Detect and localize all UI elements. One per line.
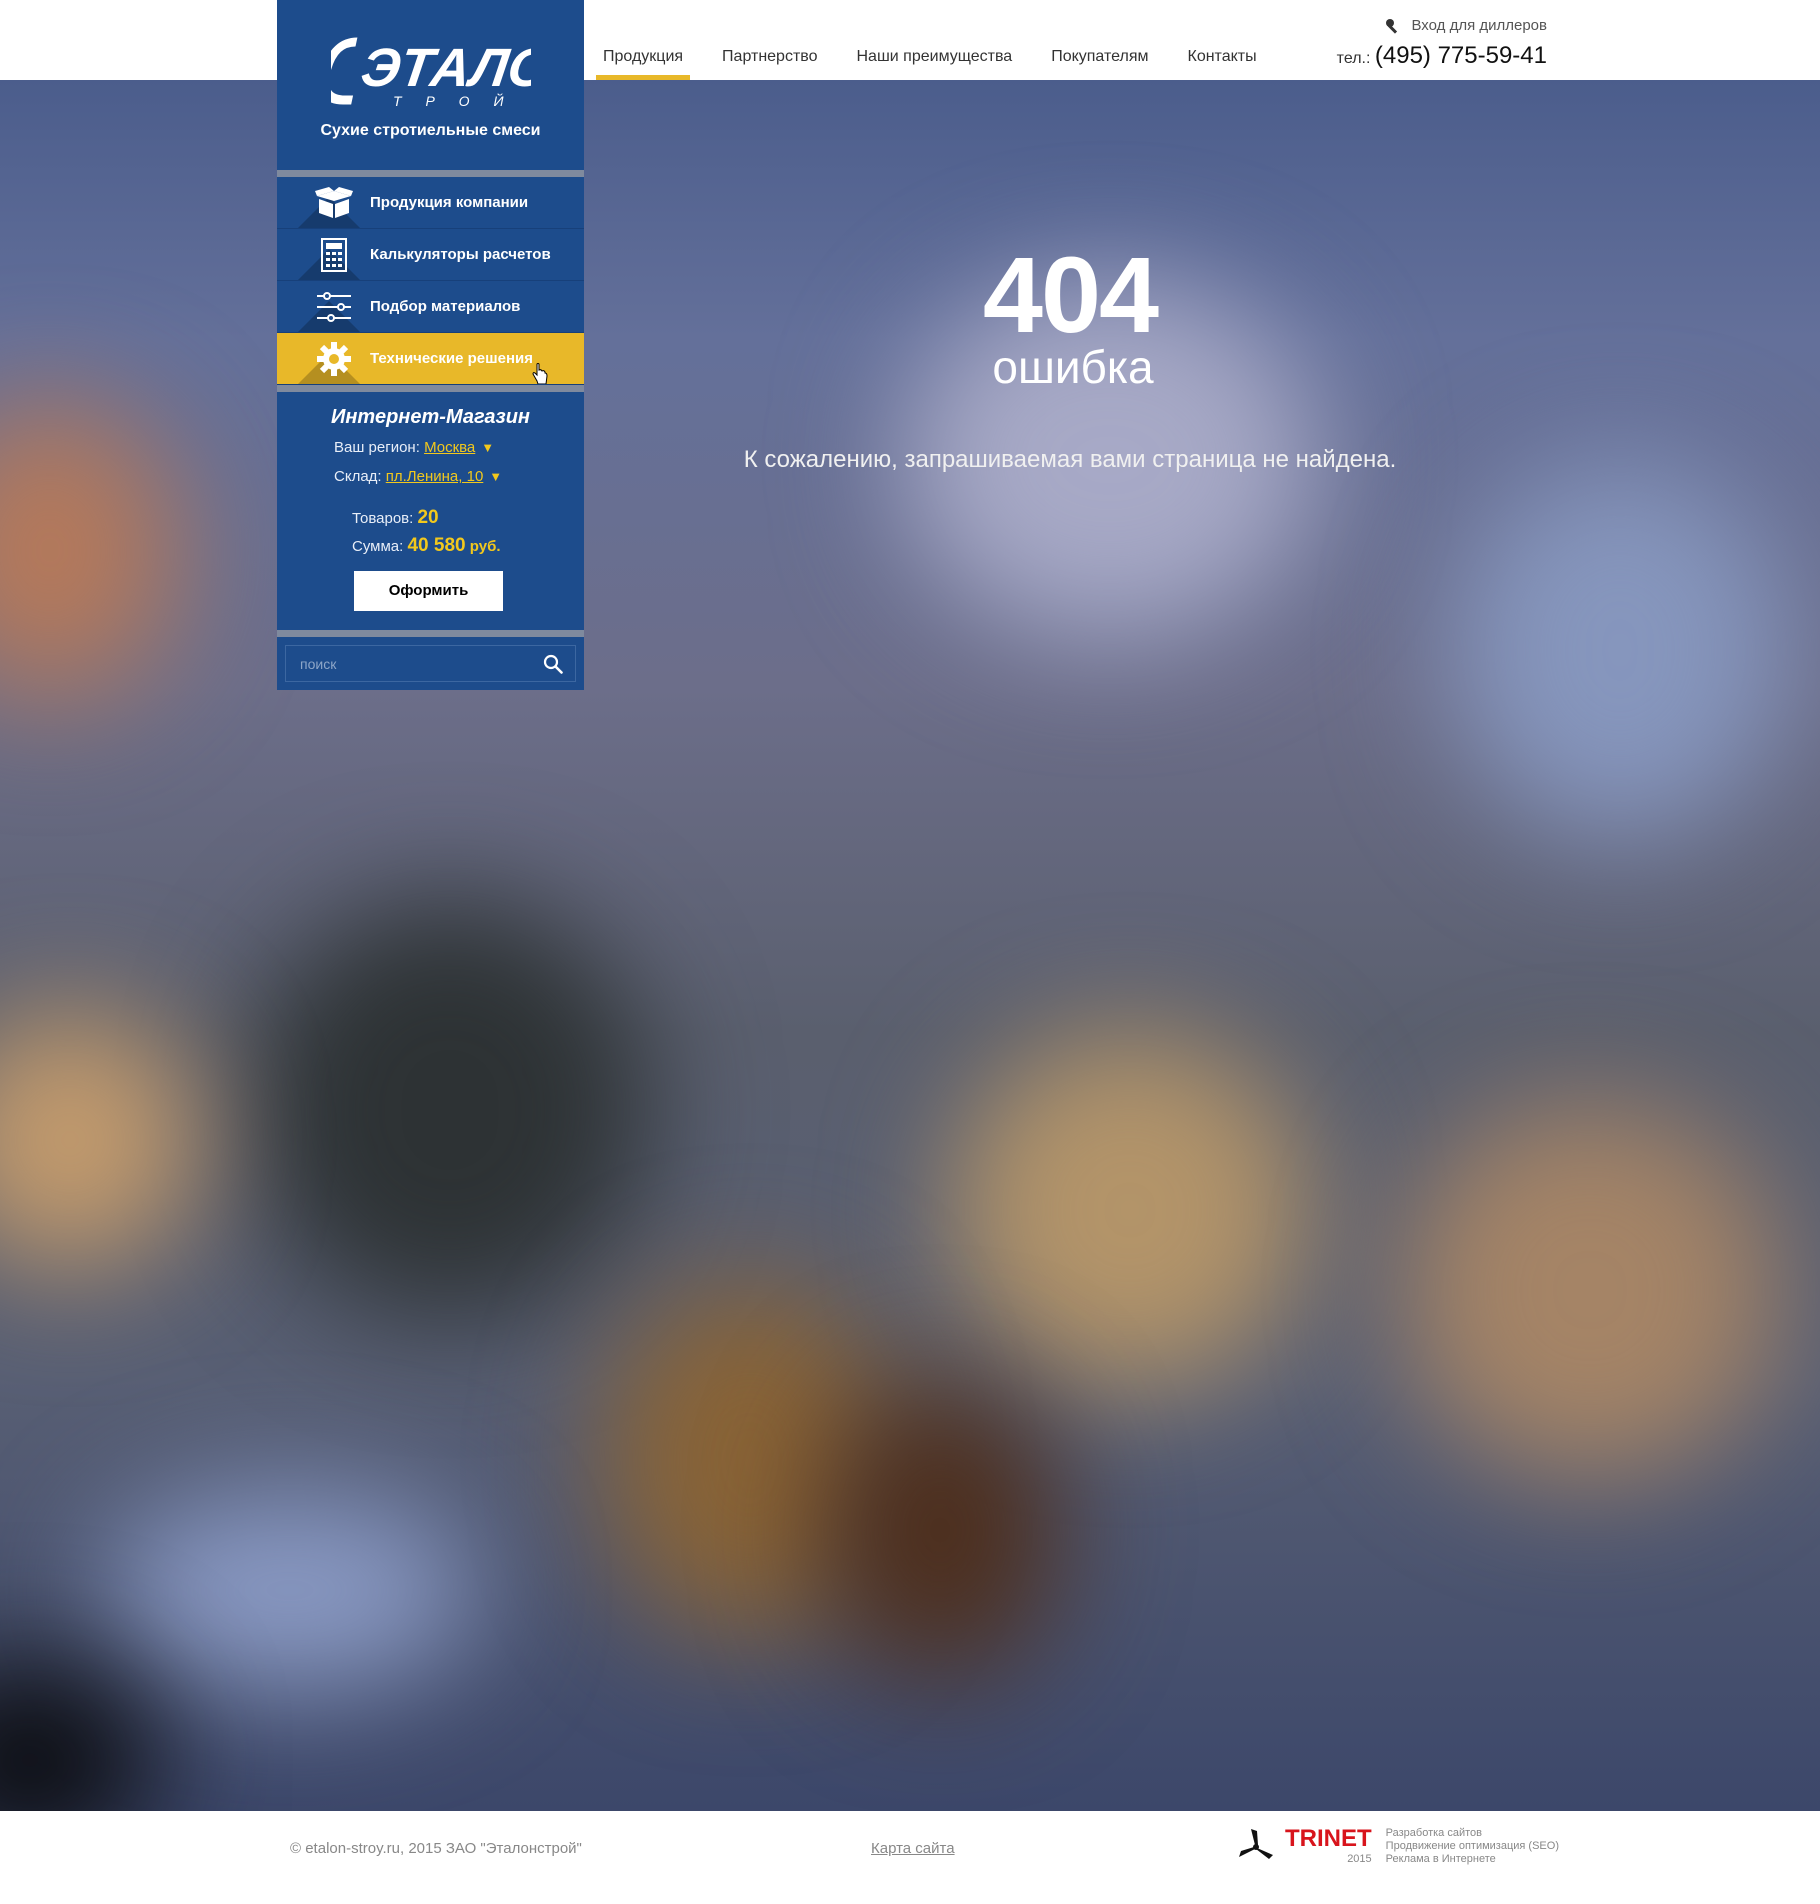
sum-row: Сумма: 40 580 руб. [352,535,584,557]
gear-icon [314,339,354,379]
bg-blob [0,1660,160,1811]
divider [277,385,584,392]
logo-block[interactable]: ЭТАЛОН Т Р О Й Сухие стротиельные смеси [277,0,584,170]
search-box [277,637,584,690]
trinet-services: Разработка сайтов Продвижение оптимизаци… [1386,1827,1559,1866]
search-icon [543,654,563,674]
etalon-logo: ЭТАЛОН Т Р О Й [330,37,531,109]
nav-partnership[interactable]: Партнерство [715,0,824,80]
dealer-login-link[interactable]: Вход для диллеров [1385,17,1547,34]
dealer-login-label: Вход для диллеров [1411,17,1547,34]
calculator-icon [314,235,354,275]
bg-blob [100,1490,480,1690]
trinet-credit[interactable]: TRINET 2015 Разработка сайтов Продвижени… [1237,1827,1559,1866]
trinet-name-block: TRINET 2015 [1275,1825,1372,1866]
menu-item-label: Продукция компании [370,194,529,211]
order-button[interactable]: Оформить [354,571,503,611]
bg-blob [820,1380,1060,1680]
footer: © etalon-stroy.ru, 2015 ЗАО "Эталонстрой… [0,1811,1820,1904]
items-row: Товаров: 20 [352,507,584,529]
bg-blob [1400,1100,1780,1480]
sum-label: Сумма: [352,538,404,555]
nav-advantages[interactable]: Наши преимущества [850,0,1020,80]
search-field [285,645,576,682]
tagline: Сухие стротиельные смеси [320,122,541,139]
store-row: Склад: пл.Ленина, 10 ▼ [334,468,584,485]
menu-item-label: Технические решения [370,350,534,367]
menu-item-products[interactable]: Продукция компании [277,177,584,229]
trinet-year: 2015 [1347,1853,1372,1865]
hand-cursor-icon [532,363,548,384]
items-count: 20 [417,507,439,528]
nav-customers[interactable]: Покупателям [1044,0,1155,80]
bg-blob [0,400,180,700]
store-label: Склад: [334,468,382,485]
sum-value: 40 580 [407,535,466,556]
menu-item-label: Подбор материалов [370,298,521,315]
error-word: ошибка [992,341,1154,393]
logo-subtext: Т Р О Й [393,92,513,109]
logo-text: ЭТАЛОН [357,38,531,98]
region-select[interactable]: Москва [424,439,475,456]
menu-item-label: Калькуляторы расчетов [370,246,551,263]
sum-currency: руб. [469,538,501,555]
bg-blob [1450,460,1790,840]
triangle-down-icon[interactable]: ▼ [481,440,494,455]
error-message: К сожалению, запрашиваемая вами страница… [743,446,1397,473]
menu-item-calculators[interactable]: Калькуляторы расчетов [277,229,584,281]
bg-blob [250,900,650,1320]
bg-blob [0,1010,200,1270]
trinet-name: TRINET [1285,1825,1372,1852]
triangle-down-icon[interactable]: ▼ [489,469,502,484]
key-icon [1386,18,1398,34]
divider [277,630,584,637]
trinet-service: Реклама в Интернете [1385,1853,1496,1865]
store-select[interactable]: пл.Ленина, 10 [386,468,484,485]
error-code: 404 [982,234,1159,355]
shop-title: Интернет-Магазин [330,406,531,428]
bg-blob [950,1030,1310,1390]
items-label: Товаров: [352,510,414,527]
header: Продукция Партнерство Наши преимущества … [0,0,1820,80]
copyright: © etalon-stroy.ru, 2015 ЗАО "Эталонстрой… [290,1840,582,1857]
sidebar: ЭТАЛОН Т Р О Й Сухие стротиельные смеси … [277,0,584,690]
phone-number: (495) 775-59-41 [1374,42,1547,69]
menu-item-materials[interactable]: Подбор материалов [277,281,584,333]
nav-products[interactable]: Продукция [596,0,691,80]
sliders-icon [314,287,354,327]
trinet-logo-icon [1239,1829,1273,1859]
search-button[interactable] [531,646,575,681]
phone: тел.: (495) 775-59-41 [1337,42,1547,70]
phone-prefix: тел.: [1336,50,1371,67]
top-nav: Продукция Партнерство Наши преимущества … [596,0,1289,80]
box-icon [314,183,354,223]
nav-contacts[interactable]: Контакты [1181,0,1264,80]
region-label: Ваш регион: [334,439,420,456]
trinet-service: Продвижение оптимизация (SEO) [1385,1840,1559,1852]
sitemap-link[interactable]: Карта сайта [871,1840,955,1857]
trinet-service: Разработка сайтов [1385,1827,1482,1839]
search-input[interactable] [286,646,531,681]
menu-item-tech-solutions[interactable]: Технические решения [277,333,584,385]
divider [277,170,584,177]
region-row: Ваш регион: Москва ▼ [334,439,584,456]
shop-panel: Интернет-Магазин Ваш регион: Москва ▼ Скл… [277,392,584,630]
